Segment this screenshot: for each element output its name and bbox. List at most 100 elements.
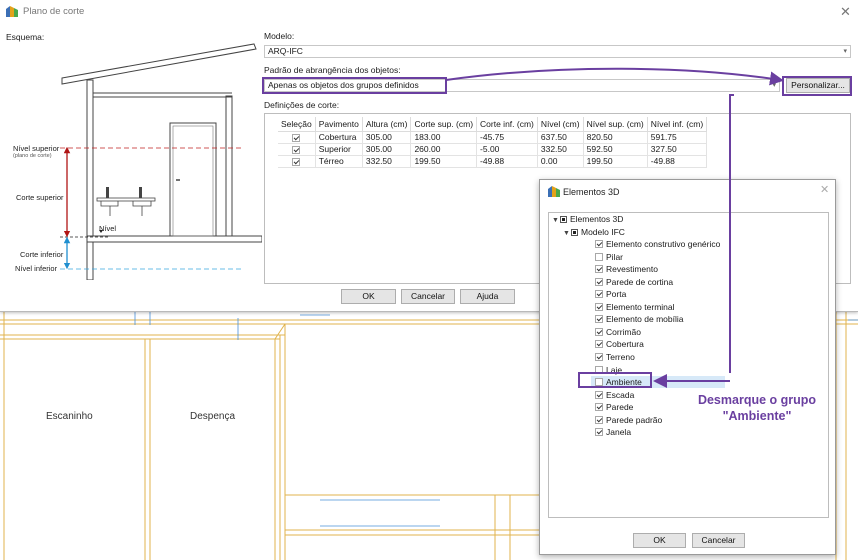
collapse-icon[interactable]: ▼ [563,228,571,240]
column-header-pavimento[interactable]: Pavimento [315,117,363,132]
chevron-down-icon: ▾ [772,82,776,89]
scope-dropdown-value: Apenas os objetos dos grupos definidos [268,80,419,90]
tree-item-label: Elemento de mobília [606,314,684,325]
tree-item[interactable]: Parede de cortina [595,276,673,288]
column-header-corte-inf[interactable]: Corte inf. (cm) [476,117,538,132]
room-label-escaninho: Escaninho [46,411,93,422]
tree-item[interactable]: Laje [595,364,622,376]
row-select-checkbox[interactable] [292,133,301,142]
tree-item-checkbox[interactable] [595,428,603,437]
tree-item[interactable]: Pilar [595,251,623,263]
tree-item-label: Elemento terminal [606,301,675,312]
tree-item-checkbox[interactable] [595,365,603,374]
tree-item[interactable]: Parede [595,401,633,413]
tree-item-checkbox[interactable] [595,352,603,361]
cuts-table: Seleção Pavimento Altura (cm) Corte sup.… [278,117,708,168]
cell-nivel-sup: 199.50 [583,155,648,168]
annotation-plano-de-corte: (plano de corte) [13,153,52,159]
column-header-selecao[interactable]: Seleção [278,117,316,132]
help-button[interactable]: Ajuda [460,289,515,304]
annotation-corte-inferior: Corte inferior [20,250,64,259]
tree-item-checkbox[interactable] [595,302,603,311]
column-header-nivel-sup[interactable]: Nível sup. (cm) [583,117,648,132]
cell-pavimento: Cobertura [315,131,363,144]
cell-nivel: 637.50 [537,131,584,144]
tree-item[interactable]: Cobertura [595,338,644,350]
tree-item-checkbox[interactable] [595,265,603,274]
customize-button[interactable]: Personalizar... [786,78,850,93]
tree-item-label: Terreno [606,351,635,362]
tree-item[interactable]: Elemento terminal [595,301,675,313]
row-select-checkbox[interactable] [292,157,301,166]
close-icon[interactable]: ✕ [820,185,829,196]
cell-altura: 332.50 [362,155,412,168]
annotation-nivel: Nível [99,224,117,233]
cell-nivel-inf: -49.88 [647,155,708,168]
tree-item-checkbox[interactable] [595,390,603,399]
table-header-row: Seleção Pavimento Altura (cm) Corte sup.… [278,117,708,132]
cell-nivel: 332.50 [537,143,584,156]
instruction-callout: Desmarque o grupo "Ambiente" [677,392,837,424]
tree-item[interactable]: Porta [595,288,626,300]
scope-dropdown[interactable]: Apenas os objetos dos grupos definidos ▾ [264,79,780,92]
annotation-nivel-inferior: Nível inferior [15,264,58,273]
cell-corte-sup: 183.00 [410,131,478,144]
tree-item[interactable]: Escada [595,389,634,401]
column-header-nivel[interactable]: Nível (cm) [537,117,584,132]
cell-nivel-inf: 591.75 [647,131,708,144]
model-dropdown-value: ARQ-IFC [268,46,303,56]
annotation-nivel-superior: Nível superior [13,144,60,153]
tree-item[interactable]: Revestimento [595,263,658,275]
tree-item-checkbox[interactable] [595,315,603,324]
table-row[interactable]: Superior 305.00 260.00 -5.00 332.50 592.… [278,143,708,156]
callout-line-1: Desmarque o grupo [697,393,817,407]
tree-item[interactable]: Elemento de mobília [595,313,684,325]
collapse-icon[interactable]: ▼ [552,215,560,227]
tree-item-label: Elemento construtivo genérico [606,239,721,249]
tree-root[interactable]: ▼ Elementos 3D [552,213,623,225]
tree-item-checkbox[interactable] [595,327,603,336]
tree-item-checkbox[interactable] [595,403,603,412]
tree-item-label: Escada [606,389,635,400]
close-icon[interactable]: ✕ [840,5,851,18]
cut-schematic-diagram [60,43,262,280]
column-header-altura[interactable]: Altura (cm) [362,117,412,132]
tree-item-label: Cobertura [606,339,644,350]
tree-item[interactable]: Corrimão [595,326,641,338]
cell-corte-sup: 199.50 [410,155,478,168]
column-header-nivel-inf[interactable]: Nível inf. (cm) [647,117,708,132]
row-select-checkbox[interactable] [292,145,301,154]
tree-item-label: Janela [606,427,632,438]
tree-item-checkbox[interactable] [595,378,603,387]
cancel-button[interactable]: Cancelar [401,289,455,304]
tree-item-label: Pilar [606,251,624,262]
tree-item-label: Revestimento [606,264,658,275]
elements-tree: ▼ Elementos 3D ▼ Modelo IFC Elemento const… [548,212,829,518]
cell-nivel-sup: 592.50 [583,143,648,156]
ok-button[interactable]: OK [341,289,396,304]
tree-item[interactable]: Janela [595,426,631,438]
tree-item[interactable]: Parede padrão [595,414,662,426]
model-dropdown[interactable]: ARQ-IFC ▾ [264,45,851,58]
tree-item[interactable]: Ambiente [591,376,725,389]
table-row[interactable]: Térreo 332.50 199.50 -49.88 0.00 199.50 … [278,155,708,168]
dialog-titlebar: Plano de corte ✕ [0,0,858,24]
elements-dialog-title: Elementos 3D [563,187,620,197]
tree-item-checkbox[interactable] [595,252,603,261]
tree-item-checkbox[interactable] [595,340,603,349]
column-header-corte-sup[interactable]: Corte sup. (cm) [410,117,478,132]
tree-item-checkbox[interactable] [595,290,603,299]
table-row[interactable]: Cobertura 305.00 183.00 -45.75 637.50 82… [278,131,708,144]
tree-item[interactable]: Terreno [595,351,635,363]
cell-corte-inf: -5.00 [476,143,538,156]
tree-item-label: Parede [606,402,634,413]
tristate-checkbox[interactable] [560,216,567,223]
elements-ok-button[interactable]: OK [633,533,686,548]
tree-item-checkbox[interactable] [595,415,603,424]
elements-cancel-button[interactable]: Cancelar [692,533,745,548]
tree-model[interactable]: ▼ Modelo IFC [563,226,625,238]
tree-item-checkbox[interactable] [595,277,603,286]
tree-item-checkbox[interactable] [595,240,603,248]
tree-item[interactable]: Elemento construtivo genérico [595,238,720,250]
tristate-checkbox[interactable] [571,229,578,236]
